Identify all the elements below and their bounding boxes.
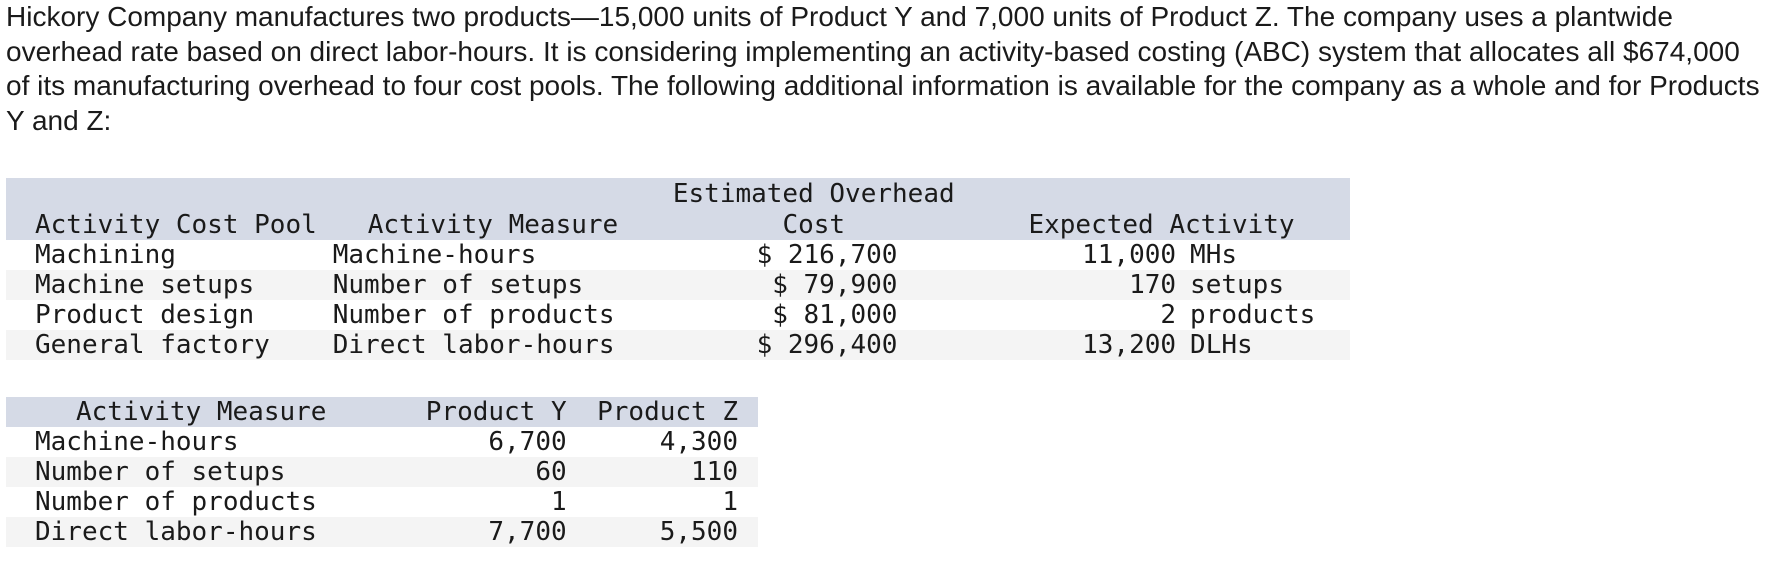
header-estimated-overhead: Estimated Overhead xyxy=(672,179,955,209)
activity-cost-pool-table: Estimated Overhead Activity Cost Pool Ac… xyxy=(6,178,1350,360)
overhead-cost: $ 296,400 xyxy=(756,330,898,360)
problem-statement: Hickory Company manufactures two product… xyxy=(6,1,1760,136)
header-product-z: Product Z xyxy=(597,397,738,427)
product-z-value: 5,500 xyxy=(659,517,738,547)
pool-name: Machining xyxy=(35,240,176,270)
table-header-row: Activity Measure Product Y Product Z xyxy=(6,397,758,427)
header-cost: Cost xyxy=(782,210,846,240)
overhead-cost: $ 216,700 xyxy=(756,240,898,270)
table-row: General factory Direct labor-hours $ 296… xyxy=(6,330,1350,360)
activity-measure: Number of setups xyxy=(35,457,286,487)
table-header-row: Activity Cost Pool Activity Measure Cost… xyxy=(6,210,1350,240)
product-z-value: 110 xyxy=(691,457,738,487)
product-y-value: 6,700 xyxy=(488,427,567,457)
table-header-row: Estimated Overhead xyxy=(6,178,1350,210)
pool-name: Machine setups xyxy=(35,270,255,300)
table-row: Machine-hours 6,700 4,300 xyxy=(6,427,758,457)
activity-measure: Direct labor-hours xyxy=(332,330,615,360)
expected-activity-qty: 11,000 xyxy=(1082,240,1177,270)
expected-activity-qty: 170 xyxy=(1129,270,1177,300)
activity-measure: Machine-hours xyxy=(35,427,239,457)
table-row: Number of products 1 1 xyxy=(6,487,758,517)
header-expected-activity: Expected Activity xyxy=(1028,210,1295,240)
activity-measure: Number of products xyxy=(35,487,317,517)
header-activity-measure: Activity Measure xyxy=(76,397,327,427)
product-y-value: 7,700 xyxy=(488,517,567,547)
activity-measure: Number of setups xyxy=(332,270,584,300)
expected-activity-unit: setups xyxy=(1190,270,1284,300)
activity-measure: Machine-hours xyxy=(332,240,537,270)
table-row: Product design Number of products $ 81,0… xyxy=(6,300,1350,330)
expected-activity-qty: 13,200 xyxy=(1082,330,1177,360)
expected-activity-unit: MHs xyxy=(1190,240,1238,270)
activity-measure: Number of products xyxy=(332,300,615,330)
product-activity-table: Activity Measure Product Y Product Z Mac… xyxy=(6,397,758,547)
table-row: Direct labor-hours 7,700 5,500 xyxy=(6,517,758,547)
product-z-value: 4,300 xyxy=(659,427,738,457)
table-row: Number of setups 60 110 xyxy=(6,457,758,487)
product-y-value: 1 xyxy=(551,487,567,517)
activity-measure: Direct labor-hours xyxy=(35,517,317,547)
pool-name: General factory xyxy=(35,330,270,360)
product-z-value: 1 xyxy=(722,487,738,517)
expected-activity-qty: 2 xyxy=(1160,300,1177,330)
pool-name: Product design xyxy=(35,300,255,330)
header-activity-measure: Activity Measure xyxy=(367,210,619,240)
header-activity-cost-pool: Activity Cost Pool xyxy=(35,210,317,240)
overhead-cost: $ 79,900 xyxy=(772,270,898,300)
expected-activity-unit: products xyxy=(1190,300,1316,330)
expected-activity-unit: DLHs xyxy=(1190,330,1253,360)
overhead-cost: $ 81,000 xyxy=(772,300,898,330)
table-row: Machining Machine-hours $ 216,700 11,000… xyxy=(6,240,1350,270)
product-y-value: 60 xyxy=(535,457,567,487)
table-row: Machine setups Number of setups $ 79,900… xyxy=(6,270,1350,300)
header-product-y: Product Y xyxy=(425,397,567,427)
